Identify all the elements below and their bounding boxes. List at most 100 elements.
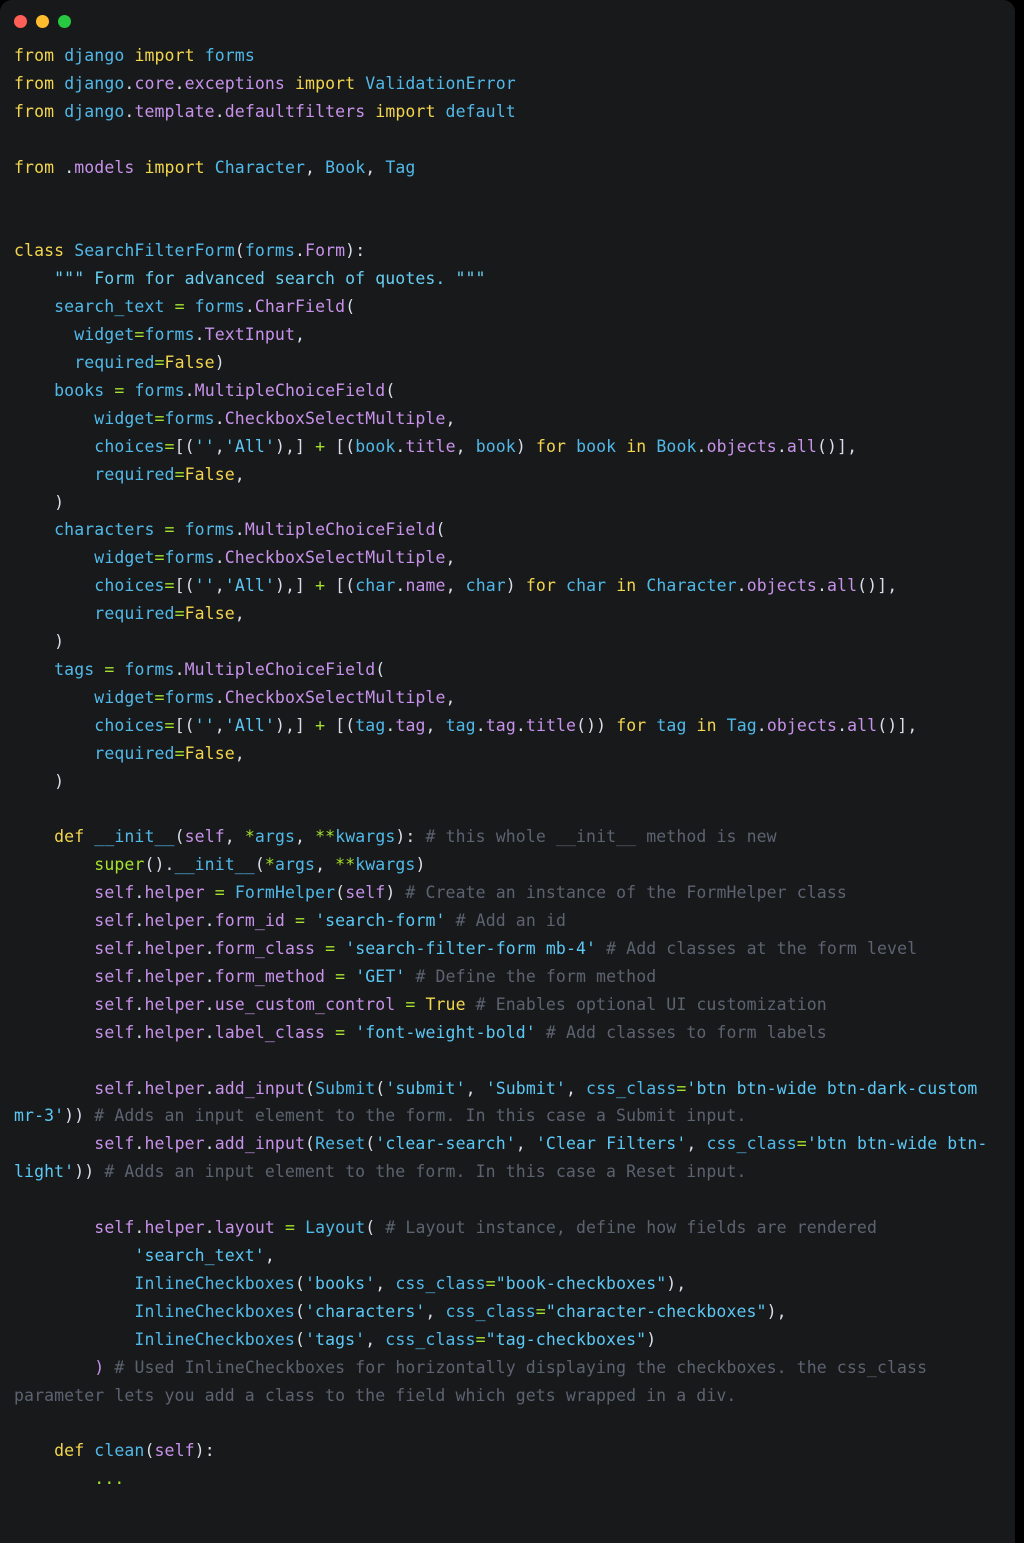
code-line: InlineCheckboxes('tags', css_class="tag-… — [14, 1326, 1001, 1354]
minimize-icon[interactable] — [36, 14, 49, 28]
code-token: for — [616, 715, 647, 735]
code-token: ()], — [857, 576, 898, 596]
code-token: = — [114, 380, 125, 400]
code-token: helper — [144, 966, 205, 986]
code-line: """ Form for advanced search of quotes. … — [14, 265, 1001, 293]
code-line: ... — [14, 1465, 1001, 1493]
code-token: . — [837, 715, 848, 735]
code-token: . — [385, 715, 396, 735]
code-token: ( — [435, 520, 446, 540]
code-token: objects — [766, 715, 838, 735]
code-token: = — [164, 715, 175, 735]
code-token: , — [234, 743, 245, 763]
code-token: . — [204, 939, 215, 958]
code-token: label_class — [214, 1022, 326, 1042]
code-block[interactable]: from django import forms from django.core… — [0, 42, 1015, 1493]
code-token: , — [445, 687, 456, 707]
code-token: , — [375, 1273, 396, 1293]
code-token: ) — [14, 771, 65, 791]
code-token: 'search-form' — [315, 911, 446, 931]
code-line: required=False, — [14, 461, 1001, 489]
code-token: self — [94, 1022, 135, 1042]
code-token: django — [64, 73, 125, 93]
code-token: = — [295, 911, 306, 931]
code-token: title — [525, 715, 577, 735]
code-token: )) — [64, 1106, 95, 1126]
code-token: False — [184, 604, 235, 624]
code-token: helper — [144, 1078, 205, 1098]
code-token: ( — [305, 1078, 316, 1098]
code-token: ( — [345, 297, 356, 317]
code-token: = — [485, 1273, 496, 1293]
code-window: from django import forms from django.core… — [0, 0, 1015, 1543]
code-token: for — [525, 576, 556, 596]
code-token: + — [315, 436, 326, 456]
code-line: self.helper.form_class = 'search-filter-… — [14, 935, 1001, 963]
code-line: widget=forms.CheckboxSelectMultiple, — [14, 405, 1001, 433]
code-token: template — [134, 101, 215, 121]
code-token: , — [214, 576, 225, 596]
code-token: , — [305, 157, 326, 177]
code-token: = — [676, 1078, 687, 1098]
code-line: self.helper.layout = Layout( # Layout in… — [14, 1214, 1001, 1242]
code-token: CharField — [254, 297, 346, 317]
code-token: . — [204, 966, 215, 986]
code-token: . — [736, 576, 747, 596]
code-token: book — [475, 436, 516, 456]
code-token: ( — [254, 855, 265, 875]
code-token: widget — [74, 325, 135, 345]
code-line: choices=[('','All'),] + [(tag.tag, tag.t… — [14, 712, 1001, 740]
code-token: ),] — [274, 436, 316, 456]
code-line: search_text = forms.CharField( — [14, 293, 1001, 321]
code-token: "tag-checkboxes" — [485, 1329, 647, 1349]
code-token: Tag — [726, 715, 757, 735]
maximize-icon[interactable] — [58, 14, 71, 28]
code-token: ) — [14, 632, 65, 652]
code-token: . — [204, 1218, 215, 1238]
code-token: self — [94, 1078, 135, 1098]
code-token: True — [425, 994, 466, 1014]
code-line: required=False, — [14, 600, 1001, 628]
code-token: TextInput — [204, 325, 295, 345]
code-token: 'Submit' — [485, 1078, 566, 1098]
code-token: . — [134, 939, 145, 958]
code-token: , — [445, 576, 466, 596]
code-token: ) — [385, 883, 406, 903]
code-line: required=False, — [14, 740, 1001, 768]
code-line: ) — [14, 628, 1001, 656]
code-token: . — [134, 911, 145, 931]
code-token: = — [284, 1218, 296, 1238]
code-line: 'search_text', — [14, 1242, 1001, 1270]
code-token: Layout — [305, 1218, 366, 1238]
code-token: default — [445, 101, 516, 121]
code-token: = — [335, 966, 346, 986]
code-line: InlineCheckboxes('characters', css_class… — [14, 1298, 1001, 1326]
code-token: [( — [325, 715, 356, 735]
close-icon[interactable] — [14, 14, 27, 28]
code-token: . — [204, 994, 215, 1014]
code-line: from django import forms — [14, 42, 1001, 70]
code-line: self.helper.form_method = 'GET' # Define… — [14, 963, 1001, 991]
